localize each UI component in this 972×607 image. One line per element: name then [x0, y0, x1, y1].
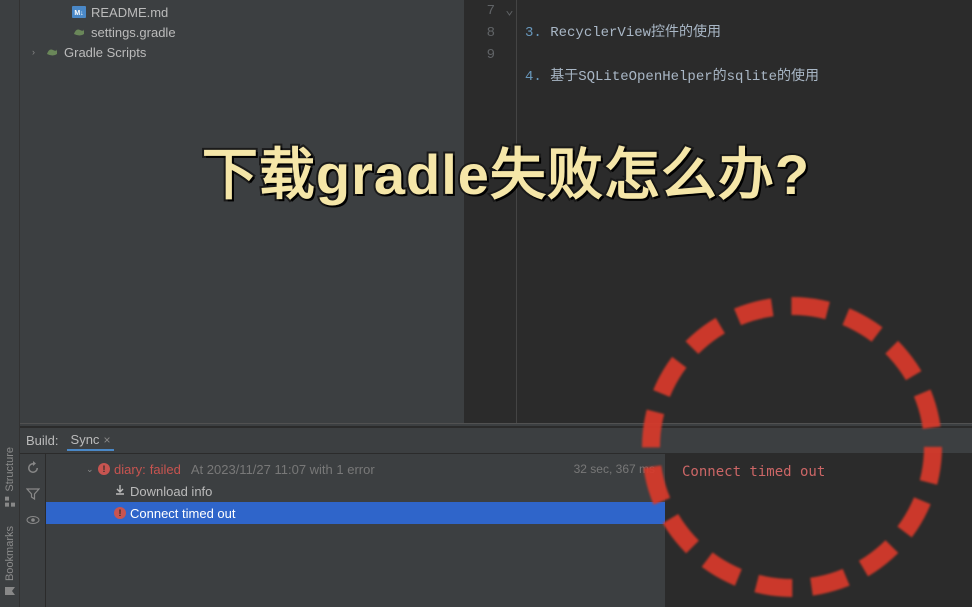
project-tree[interactable]: M↓ README.md settings.gradle › Gradle Sc…: [20, 0, 465, 423]
line-number-gutter: 7 8 9: [465, 0, 503, 423]
bookmarks-label: Bookmarks: [4, 526, 16, 581]
build-item-label: Connect timed out: [130, 506, 236, 521]
build-meta: At 2023/11/27 11:07 with 1 error: [191, 462, 375, 477]
build-status: failed: [150, 462, 181, 477]
build-tab-sync[interactable]: Sync ×: [67, 430, 115, 451]
close-tab-icon[interactable]: ×: [103, 433, 110, 447]
code-content[interactable]: 3. RecyclerView控件的使用 4. 基于SQLiteOpenHelp…: [517, 0, 972, 423]
error-icon: !: [98, 463, 110, 475]
markdown-file-icon: M↓: [72, 5, 86, 19]
structure-tool-button[interactable]: Structure: [4, 447, 16, 508]
file-label: README.md: [91, 5, 168, 20]
download-icon: [114, 484, 126, 499]
filter-button[interactable]: [25, 486, 41, 502]
build-download-row[interactable]: Download info: [46, 480, 665, 502]
build-panel: Build: Sync ×: [20, 427, 972, 607]
build-module-name: diary:: [114, 462, 146, 477]
build-time: 32 sec, 367 ms: [574, 462, 655, 476]
tree-item-gradle-scripts[interactable]: › Gradle Scripts: [20, 42, 464, 62]
line-number: 9: [465, 44, 495, 66]
build-root-row[interactable]: ⌄ ! diary: failed At 2023/11/27 11:07 wi…: [46, 458, 665, 480]
svg-text:M↓: M↓: [74, 10, 83, 17]
eye-icon: [26, 513, 40, 527]
build-tree[interactable]: ⌄ ! diary: failed At 2023/11/27 11:07 wi…: [46, 454, 666, 607]
structure-icon: [4, 496, 16, 508]
chevron-right-icon: ›: [32, 47, 40, 57]
code-text: 基于SQLiteOpenHelper的sqlite的使用: [550, 69, 819, 85]
build-title-label: Build:: [26, 433, 59, 448]
line-number: 7: [465, 0, 495, 22]
tree-item-readme[interactable]: M↓ README.md: [20, 2, 464, 22]
build-header: Build: Sync ×: [20, 428, 972, 454]
build-toolbar: [20, 454, 46, 607]
error-detail-text: Connect timed out: [682, 464, 825, 480]
bookmarks-tool-button[interactable]: Bookmarks: [4, 526, 16, 597]
list-number: 4.: [525, 69, 542, 85]
build-detail-pane[interactable]: Connect timed out: [666, 454, 972, 607]
error-icon: !: [114, 507, 126, 519]
folder-label: Gradle Scripts: [64, 45, 146, 60]
refresh-button[interactable]: [25, 460, 41, 476]
gradle-folder-icon: [45, 45, 59, 59]
fold-gutter[interactable]: ⌄: [503, 0, 517, 423]
tab-label: Sync: [71, 432, 100, 447]
code-text: RecyclerView控件的使用: [550, 25, 721, 41]
refresh-icon: [26, 461, 40, 475]
gradle-file-icon: [72, 25, 86, 39]
filter-icon: [26, 487, 40, 501]
bookmark-icon: [4, 585, 16, 597]
view-button[interactable]: [25, 512, 41, 528]
chevron-down-icon: ⌄: [86, 464, 94, 475]
build-error-row[interactable]: ! Connect timed out: [46, 502, 665, 524]
code-editor[interactable]: 7 8 9 ⌄ 3. RecyclerView控件的使用 4. 基于SQLite…: [465, 0, 972, 423]
left-tool-gutter: Structure Bookmarks: [0, 0, 20, 607]
structure-label: Structure: [4, 447, 16, 492]
fold-marker[interactable]: ⌄: [503, 0, 516, 22]
tree-item-settings-gradle[interactable]: settings.gradle: [20, 22, 464, 42]
file-label: settings.gradle: [91, 25, 176, 40]
line-number: 8: [465, 22, 495, 44]
list-number: 3.: [525, 25, 542, 41]
build-item-label: Download info: [130, 484, 212, 499]
